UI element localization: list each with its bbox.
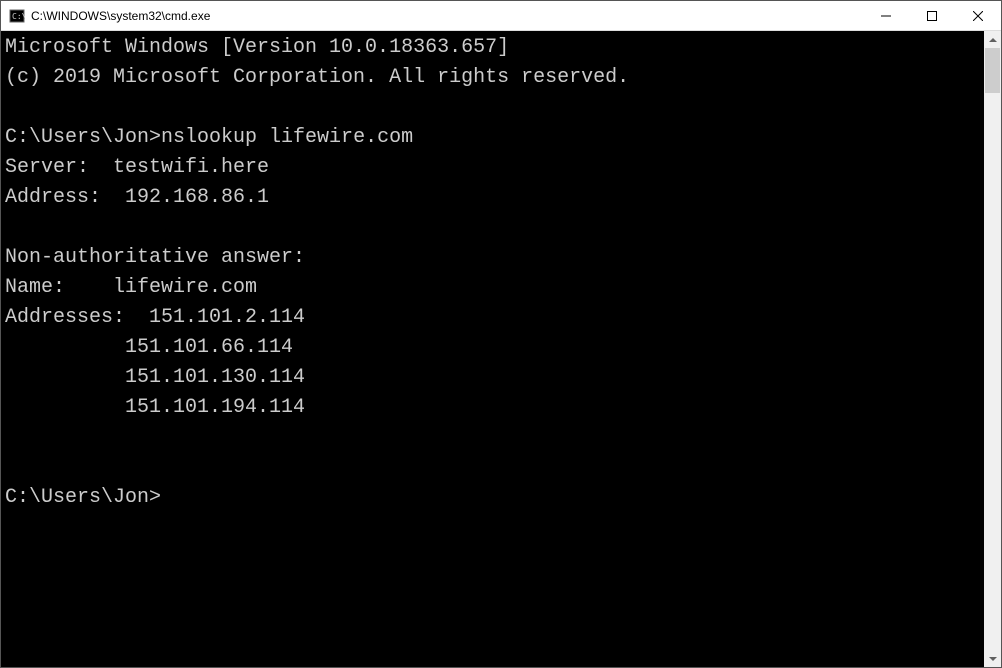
- banner-line: (c) 2019 Microsoft Corporation. All righ…: [5, 66, 629, 89]
- server-value: testwifi.here: [113, 156, 269, 179]
- nonauth-label: Non-authoritative answer:: [5, 246, 305, 269]
- address-entry: 151.101.66.114: [125, 336, 293, 359]
- address-indent: [5, 336, 125, 359]
- prompt-path: C:\Users\Jon>: [5, 126, 161, 149]
- client-area: Microsoft Windows [Version 10.0.18363.65…: [1, 31, 1001, 667]
- addresses-label: Addresses:: [5, 306, 149, 329]
- maximize-button[interactable]: [909, 1, 955, 31]
- prompt-path: C:\Users\Jon>: [5, 486, 161, 509]
- scrollbar-thumb[interactable]: [985, 48, 1000, 93]
- scroll-up-button[interactable]: [984, 31, 1001, 48]
- titlebar[interactable]: C:\ C:\WINDOWS\system32\cmd.exe: [1, 1, 1001, 31]
- minimize-button[interactable]: [863, 1, 909, 31]
- close-button[interactable]: [955, 1, 1001, 31]
- cmd-icon: C:\: [9, 8, 25, 24]
- address-indent: [5, 366, 125, 389]
- server-label: Server:: [5, 156, 113, 179]
- window-title: C:\WINDOWS\system32\cmd.exe: [31, 9, 210, 23]
- address-entry: 151.101.130.114: [125, 366, 305, 389]
- name-label: Name:: [5, 276, 113, 299]
- vertical-scrollbar[interactable]: [984, 31, 1001, 667]
- command-text: nslookup lifewire.com: [161, 126, 413, 149]
- address-entry: 151.101.2.114: [149, 306, 305, 329]
- address-label: Address:: [5, 186, 125, 209]
- scroll-down-button[interactable]: [984, 650, 1001, 667]
- address-entry: 151.101.194.114: [125, 396, 305, 419]
- banner-line: Microsoft Windows [Version 10.0.18363.65…: [5, 36, 509, 59]
- name-value: lifewire.com: [113, 276, 257, 299]
- address-value: 192.168.86.1: [125, 186, 269, 209]
- terminal-output[interactable]: Microsoft Windows [Version 10.0.18363.65…: [1, 31, 984, 667]
- svg-text:C:\: C:\: [12, 12, 25, 21]
- address-indent: [5, 396, 125, 419]
